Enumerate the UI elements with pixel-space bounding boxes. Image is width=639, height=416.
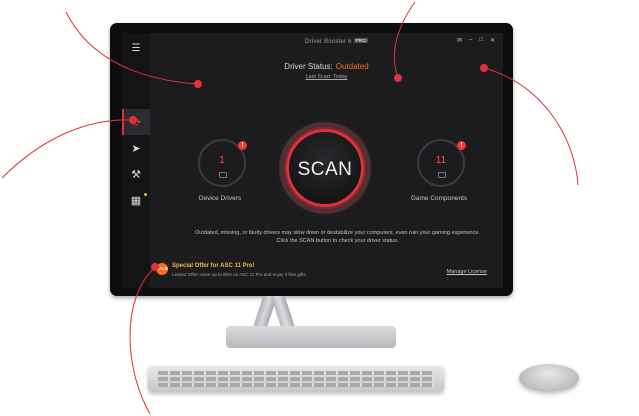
- driver-status-label: Driver Status:: [284, 62, 333, 71]
- maximize-icon[interactable]: □: [479, 37, 483, 44]
- game-components-count: 11: [435, 155, 447, 166]
- last-scan-link[interactable]: Last Scan: Today: [150, 74, 503, 80]
- feedback-icon[interactable]: ✉: [457, 37, 462, 44]
- close-icon[interactable]: ✕: [490, 37, 495, 44]
- scan-icon: ⟳: [132, 116, 142, 129]
- menu-icon: ☰: [131, 42, 141, 54]
- key-row: [158, 371, 434, 375]
- status-description: Outdated, missing, or faulty drivers may…: [195, 230, 480, 244]
- manage-license-link[interactable]: Manage License: [447, 269, 487, 275]
- special-offer-text: Limited Offer! Save up to 65% on ASC 11 …: [172, 272, 307, 277]
- minimize-icon[interactable]: –: [469, 37, 472, 44]
- scan-button[interactable]: SCAN: [286, 129, 364, 207]
- keyboard: [148, 366, 444, 392]
- app-title: Driver Booster 6 PRO: [305, 38, 368, 45]
- window-controls: ✉ – □ ✕: [457, 37, 495, 44]
- tools-icon: ⚒: [131, 168, 141, 181]
- app-title-text: Driver Booster 6: [305, 39, 352, 45]
- key-row: [158, 383, 434, 387]
- mouse: [519, 364, 579, 392]
- device-drivers-count: 1: [219, 155, 225, 166]
- pro-badge: PRO: [353, 38, 368, 43]
- monitor-frame: ☰ ⟳ ➤ ⚒ ▦ Driver Booster 6 PRO ✉ – □ ✕ Dr…: [110, 23, 513, 296]
- alert-icon: !: [457, 141, 466, 150]
- app-window: ☰ ⟳ ➤ ⚒ ▦ Driver Booster 6 PRO ✉ – □ ✕ Dr…: [122, 33, 503, 288]
- device-drivers-gauge[interactable]: 1 !: [198, 139, 247, 187]
- driver-status-value: Outdated: [335, 62, 369, 71]
- menu-button[interactable]: ☰: [122, 35, 150, 61]
- sidebar-item-scan[interactable]: ⟳: [122, 109, 150, 135]
- gamepad-icon: [438, 172, 446, 178]
- boost-icon: ➤: [131, 142, 141, 155]
- scan-button-label: SCAN: [297, 159, 353, 180]
- stand-base: [226, 326, 396, 348]
- sidebar: ☰ ⟳ ➤ ⚒ ▦: [122, 33, 150, 288]
- sale-badge-icon[interactable]: SALE: [156, 263, 168, 275]
- game-components-label: Game Components: [410, 195, 468, 202]
- action-center-icon: ▦: [130, 194, 142, 207]
- game-components-gauge[interactable]: 11 !: [417, 139, 466, 187]
- driver-status: Driver Status: Outdated: [150, 62, 503, 71]
- notification-dot: [144, 193, 147, 196]
- stand-arm: [270, 296, 296, 328]
- device-drivers-label: Device Drivers: [198, 195, 242, 202]
- sidebar-item-boost[interactable]: ➤: [122, 135, 150, 161]
- key-row: [158, 377, 434, 381]
- alert-icon: !: [238, 141, 247, 150]
- scan-button-frame: SCAN: [282, 125, 368, 211]
- sidebar-item-tools[interactable]: ⚒: [122, 161, 150, 187]
- sidebar-item-action-center[interactable]: ▦: [122, 187, 150, 213]
- titlebar: Driver Booster 6 PRO ✉ – □ ✕: [150, 33, 503, 51]
- monitor-icon: [219, 172, 227, 178]
- special-offer-title[interactable]: Special Offer for ASC 11 Pro!: [172, 263, 254, 269]
